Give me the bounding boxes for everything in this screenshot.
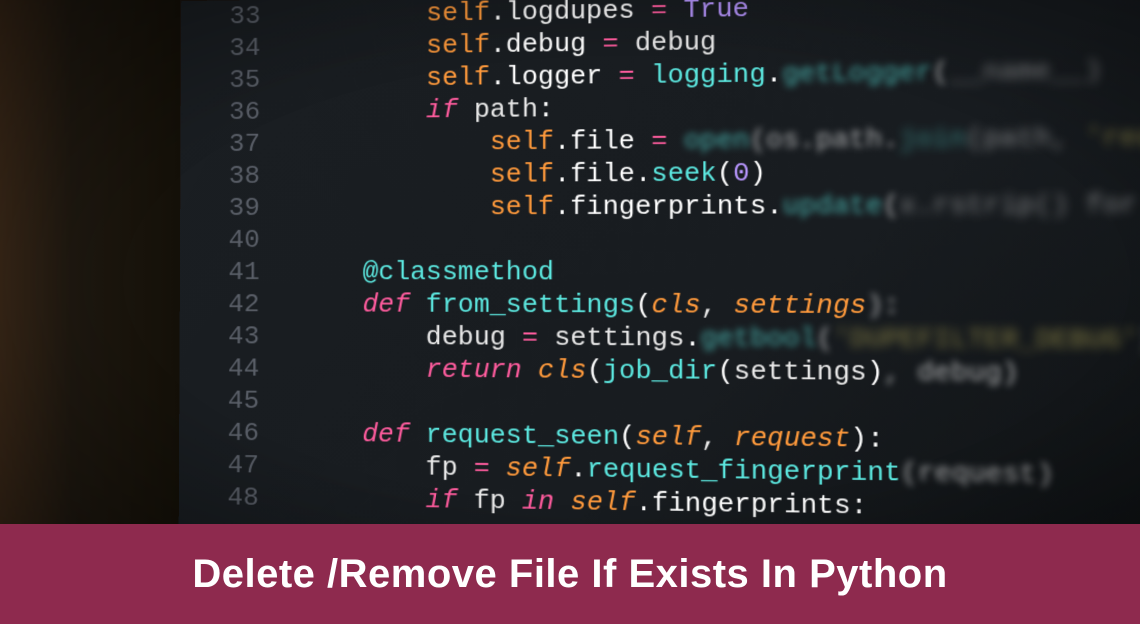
line-number-gutter: 33343536373839404142434445464748: [179, 0, 301, 527]
line-number: 43: [180, 320, 260, 352]
photo-background-left: [0, 0, 180, 524]
line-number: 37: [180, 128, 260, 160]
code-line: return cls(job_dir(settings), debug): [299, 353, 1140, 392]
line-number: 33: [181, 0, 260, 33]
banner-title: Delete /Remove File If Exists In Python: [192, 552, 947, 597]
line-number: 36: [181, 96, 261, 129]
line-number: 45: [179, 384, 259, 417]
code-line: def from_settings(cls, settings):: [299, 288, 1140, 323]
code-line: self.file.seek(0): [300, 154, 1140, 191]
code-content: self.logdupes = True self.debug = debug …: [299, 0, 1140, 540]
line-number: 44: [179, 352, 259, 385]
line-number: 48: [179, 481, 259, 514]
code-line: [300, 222, 1140, 256]
code-editor: 33343536373839404142434445464748 self.lo…: [179, 0, 1140, 540]
line-number: 35: [181, 64, 261, 97]
line-number: 42: [180, 288, 260, 320]
line-number: 41: [180, 256, 260, 288]
line-number: 40: [180, 224, 260, 256]
line-number: 38: [180, 160, 260, 192]
line-number: 34: [181, 32, 260, 65]
code-line: self.file = open(os.path.join(path, 'req…: [300, 120, 1140, 159]
line-number: 39: [180, 192, 260, 224]
code-line: debug = settings.getbool('DUPEFILTER_DEB…: [299, 320, 1140, 357]
title-banner: Delete /Remove File If Exists In Python: [0, 524, 1140, 624]
code-line: self.fingerprints.update(x.rstrip() for …: [300, 188, 1140, 224]
code-line: @classmethod: [300, 256, 1140, 290]
line-number: 47: [179, 448, 259, 481]
line-number: 46: [179, 416, 259, 449]
